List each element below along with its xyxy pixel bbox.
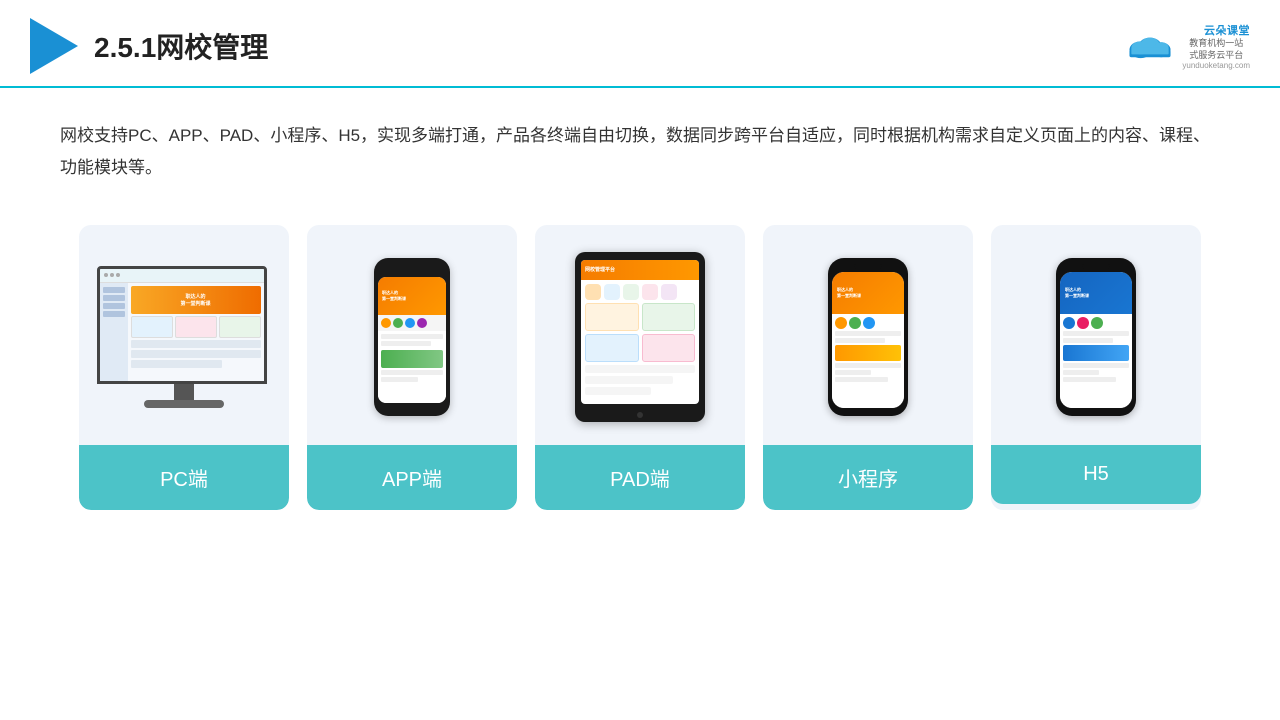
cloud-svg-icon bbox=[1122, 31, 1178, 61]
brand-name: 云朵课堂 bbox=[1182, 22, 1250, 38]
card-app-image: 职达人的第一堂判断课 bbox=[307, 225, 517, 445]
page-header: 2.5.1网校管理 云朵课堂 教育机构一站 式服务云平台 bbox=[0, 0, 1280, 88]
small-phone-miniprogram: 职达人的第一堂判断课 bbox=[828, 258, 908, 416]
header-left: 2.5.1网校管理 bbox=[30, 18, 268, 74]
pc-monitor-mockup: 职达人的第一堂判断课 bbox=[97, 266, 272, 408]
card-miniprogram-image: 职达人的第一堂判断课 bbox=[763, 225, 973, 445]
card-pad-label: PAD端 bbox=[535, 445, 745, 510]
brand-text-area: 云朵课堂 教育机构一站 式服务云平台 yunduoketang.com bbox=[1182, 22, 1250, 70]
card-app: 职达人的第一堂判断课 bbox=[307, 225, 517, 510]
card-pc-label: PC端 bbox=[79, 445, 289, 510]
description-text: 网校支持PC、APP、PAD、小程序、H5，实现多端打通，产品各终端自由切换，数… bbox=[0, 88, 1280, 205]
brand-logo-area: 云朵课堂 教育机构一站 式服务云平台 yunduoketang.com bbox=[1122, 22, 1250, 70]
card-pc: 职达人的第一堂判断课 bbox=[79, 225, 289, 510]
card-pc-image: 职达人的第一堂判断课 bbox=[79, 225, 289, 445]
device-cards-container: 职达人的第一堂判断课 bbox=[0, 205, 1280, 530]
card-pad: 网校管理平台 bbox=[535, 225, 745, 510]
card-h5-label: H5 bbox=[991, 445, 1201, 504]
card-h5: 职达人的第一堂判断课 bbox=[991, 225, 1201, 510]
card-app-label: APP端 bbox=[307, 445, 517, 510]
logo-icon bbox=[30, 18, 78, 74]
card-miniprogram: 职达人的第一堂判断课 bbox=[763, 225, 973, 510]
brand-icon: 云朵课堂 教育机构一站 式服务云平台 yunduoketang.com bbox=[1122, 22, 1250, 70]
card-h5-image: 职达人的第一堂判断课 bbox=[991, 225, 1201, 445]
phone-app-mockup: 职达人的第一堂判断课 bbox=[374, 258, 450, 416]
card-pad-image: 网校管理平台 bbox=[535, 225, 745, 445]
brand-url: yunduoketang.com bbox=[1182, 61, 1250, 70]
description-paragraph: 网校支持PC、APP、PAD、小程序、H5，实现多端打通，产品各终端自由切换，数… bbox=[60, 120, 1220, 185]
tablet-mockup: 网校管理平台 bbox=[575, 252, 705, 422]
page-title: 2.5.1网校管理 bbox=[94, 26, 268, 66]
brand-tagline: 教育机构一站 式服务云平台 bbox=[1182, 38, 1250, 61]
card-miniprogram-label: 小程序 bbox=[763, 445, 973, 510]
monitor-screen: 职达人的第一堂判断课 bbox=[97, 266, 267, 384]
small-phone-h5: 职达人的第一堂判断课 bbox=[1056, 258, 1136, 416]
